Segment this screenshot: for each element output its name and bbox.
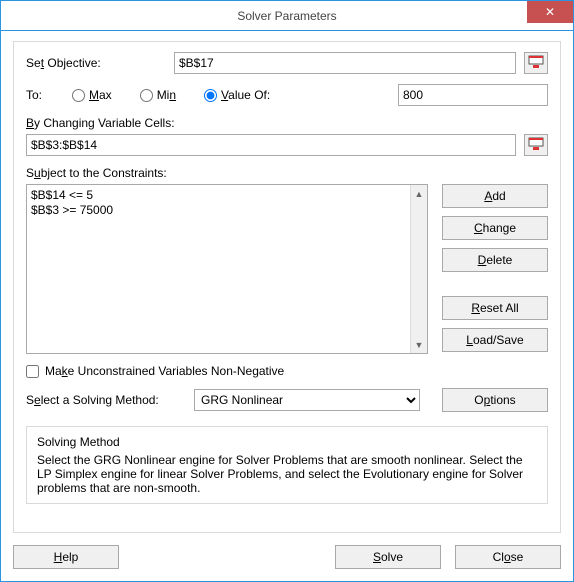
to-label: To: [26, 88, 64, 102]
solving-method-select[interactable]: GRG Nonlinear [194, 389, 420, 411]
scroll-up-icon[interactable]: ▲ [411, 185, 428, 202]
window-close-button[interactable]: ✕ [527, 1, 573, 23]
radio-min[interactable]: Min [140, 88, 176, 102]
options-button[interactable]: Options [442, 388, 548, 412]
add-button[interactable]: Add [442, 184, 548, 208]
objective-input[interactable] [174, 52, 516, 74]
radio-value-of[interactable]: Value Of: [204, 88, 270, 102]
method-desc-body: Select the GRG Nonlinear engine for Solv… [37, 453, 537, 495]
delete-button[interactable]: Delete [442, 248, 548, 272]
changing-cells-ref-button[interactable] [524, 134, 548, 156]
radio-min-input[interactable] [140, 89, 153, 102]
solving-method-description: Solving Method Select the GRG Nonlinear … [26, 426, 548, 504]
make-unconstrained-checkbox[interactable]: Make Unconstrained Variables Non-Negativ… [26, 364, 548, 378]
set-objective-label: Set Objective: [26, 56, 166, 70]
footer-buttons: Help Solve Close [13, 545, 561, 569]
close-dialog-button[interactable]: Close [455, 545, 561, 569]
constraints-label: Subject to the Constraints: [26, 166, 548, 180]
constraints-listbox[interactable]: $B$14 <= 5 $B$3 >= 75000 ▲ ▼ [26, 184, 428, 354]
collapse-dialog-icon [528, 137, 544, 154]
constraint-buttons: Add Change Delete Reset All Load/Save [442, 184, 548, 354]
radio-max[interactable]: Max [72, 88, 112, 102]
changing-cells-section: By Changing Variable Cells: [26, 116, 548, 156]
content-area: Set Objective: To: Max [1, 31, 573, 581]
change-button[interactable]: Change [442, 216, 548, 240]
help-button[interactable]: Help [13, 545, 119, 569]
make-unconstrained-input[interactable] [26, 365, 39, 378]
radio-max-label: Max [89, 88, 112, 102]
scroll-down-icon[interactable]: ▼ [411, 336, 428, 353]
main-group: Set Objective: To: Max [13, 41, 561, 533]
radio-min-label: Min [157, 88, 176, 102]
load-save-button[interactable]: Load/Save [442, 328, 548, 352]
collapse-dialog-icon [528, 55, 544, 72]
method-desc-title: Solving Method [37, 435, 537, 449]
objective-ref-button[interactable] [524, 52, 548, 74]
value-of-input[interactable] [398, 84, 548, 106]
constraints-section: Subject to the Constraints: $B$14 <= 5 $… [26, 166, 548, 354]
make-unconstrained-label: Make Unconstrained Variables Non-Negativ… [45, 364, 284, 378]
to-radio-group: Max Min Value Of: [72, 84, 548, 106]
constraint-item[interactable]: $B$3 >= 75000 [31, 203, 423, 218]
listbox-scrollbar[interactable]: ▲ ▼ [410, 185, 427, 353]
to-row: To: Max Min Value Of: [26, 84, 548, 106]
changing-cells-input[interactable] [26, 134, 516, 156]
solver-parameters-dialog: Solver Parameters ✕ Set Objective: To: [0, 0, 574, 582]
close-icon: ✕ [545, 5, 555, 19]
radio-max-input[interactable] [72, 89, 85, 102]
window-title: Solver Parameters [237, 9, 336, 23]
reset-all-button[interactable]: Reset All [442, 296, 548, 320]
solving-method-row: Select a Solving Method: GRG Nonlinear O… [26, 388, 548, 412]
constraint-item[interactable]: $B$14 <= 5 [31, 188, 423, 203]
set-objective-row: Set Objective: [26, 52, 548, 74]
radio-value-of-label: Value Of: [221, 88, 270, 102]
changing-cells-label: By Changing Variable Cells: [26, 116, 548, 130]
titlebar: Solver Parameters ✕ [1, 1, 573, 31]
select-method-label: Select a Solving Method: [26, 393, 186, 407]
solve-button[interactable]: Solve [335, 545, 441, 569]
radio-value-of-input[interactable] [204, 89, 217, 102]
